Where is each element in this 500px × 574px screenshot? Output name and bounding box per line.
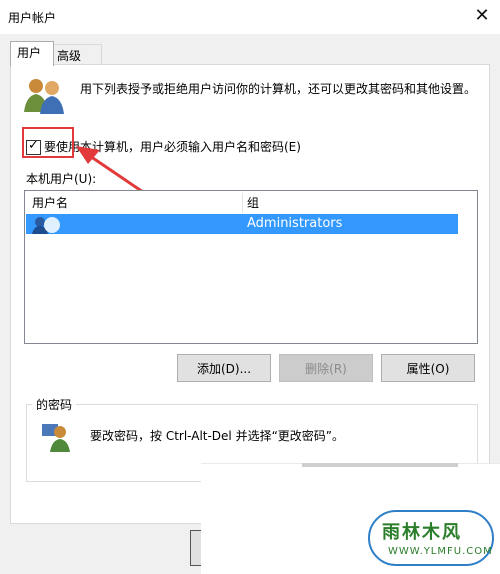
table-row[interactable] <box>26 214 458 234</box>
annotation-highlight-box <box>22 127 74 158</box>
column-group[interactable]: 组 <box>247 193 259 213</box>
remove-user-button[interactable]: 删除(R) <box>279 354 373 382</box>
user-group-cell: Administrators <box>247 216 343 231</box>
user-password-icon <box>42 424 70 452</box>
user-avatar-icon <box>32 217 60 234</box>
users-group-icon <box>24 79 64 114</box>
column-username[interactable]: 用户名 <box>32 193 68 213</box>
title-bar <box>0 0 500 34</box>
column-divider <box>242 193 243 213</box>
add-user-button[interactable]: 添加(D)... <box>177 354 271 382</box>
description-text: 用下列表授予或拒绝用户访问你的计算机，还可以更改其密码和其他设置。 <box>80 82 477 96</box>
properties-button[interactable]: 属性(O) <box>381 354 475 382</box>
close-icon[interactable]: ✕ <box>470 4 494 28</box>
watermark-url: WWW.YLMFU.COM <box>388 546 493 557</box>
password-group-label: 的密码 <box>32 396 77 413</box>
tab-users[interactable]: 用户 <box>10 41 54 66</box>
local-users-label: 本机用户(U): <box>26 172 97 186</box>
watermark-text: 雨林木风 <box>382 522 462 543</box>
overlay-bar <box>302 463 458 467</box>
window-title: 用户帐户 <box>8 11 57 25</box>
change-password-text: 要改密码，按 Ctrl-Alt-Del 并选择“更改密码”。 <box>90 429 345 443</box>
